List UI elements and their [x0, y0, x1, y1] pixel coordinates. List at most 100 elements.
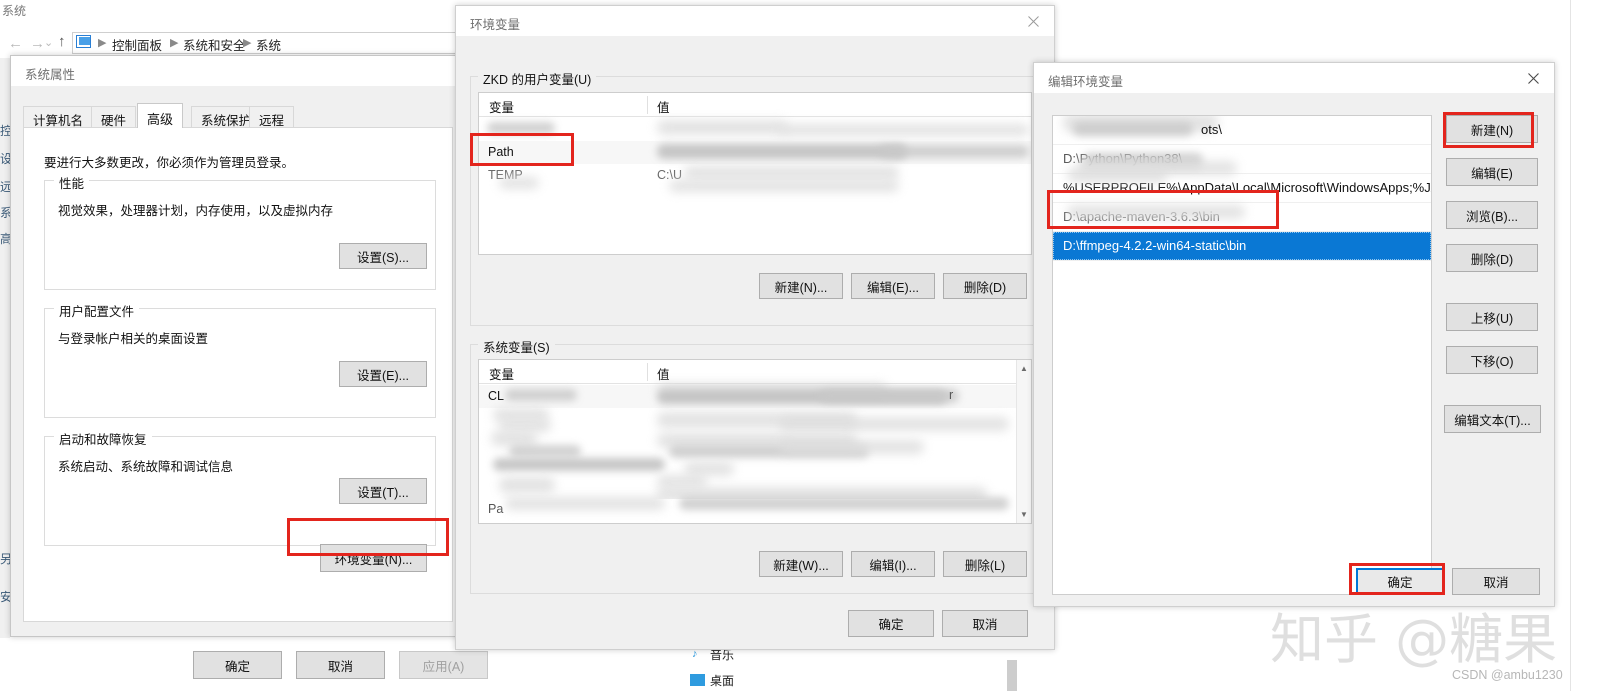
path-edit-text-button[interactable]: 编辑文本(T)...: [1444, 405, 1541, 433]
column-divider: [647, 96, 648, 114]
sysprops-cancel-button[interactable]: 取消: [296, 651, 385, 679]
user-profiles-description: 与登录帐户相关的桌面设置: [58, 332, 209, 346]
path-delete-button[interactable]: 删除(D): [1446, 244, 1538, 272]
table-row[interactable]: [479, 454, 1031, 477]
screen-root: 系统 ← → ⌄ ↑ ▶ 控制面板 ▶ 系统和安全 ▶ 系统 控 设 远 系 高…: [0, 0, 1616, 691]
system-properties-titlebar: 系统属性: [11, 56, 464, 86]
startup-recovery-group-label: 启动和故障恢复: [54, 429, 152, 448]
column-variable: 变量: [489, 101, 515, 115]
recent-locations-icon[interactable]: ⌄: [44, 36, 53, 49]
user-new-button[interactable]: 新建(N)...: [759, 273, 843, 299]
table-row[interactable]: Pa: [479, 497, 1031, 522]
sysprops-ok-button[interactable]: 确定: [193, 651, 282, 679]
table-row[interactable]: [479, 408, 1031, 432]
performance-group-label: 性能: [54, 173, 90, 192]
performance-group: [44, 180, 436, 290]
breadcrumb-separator: ▶: [98, 37, 107, 49]
list-item[interactable]: ots\: [1053, 116, 1431, 145]
path-browse-button[interactable]: 浏览(B)...: [1446, 201, 1538, 229]
desktop-icon: [690, 674, 705, 686]
breadcrumb-separator: ▶: [170, 37, 179, 49]
column-variable: 变量: [489, 368, 515, 382]
breadcrumb-item-2[interactable]: 系统: [256, 35, 281, 54]
sys-var-name-cl: CL: [488, 389, 504, 403]
up-icon[interactable]: ↑: [58, 33, 66, 50]
explorer-ribbon: 新建项目 ▼ 轻松访问 ▼ ✓ 属性 打开 ▼ 编辑 全部选择 全部取消: [1040, 0, 1616, 70]
system-properties-title: 系统属性: [25, 68, 76, 82]
startup-recovery-settings-button[interactable]: 设置(T)...: [339, 478, 427, 504]
back-icon[interactable]: ←: [8, 35, 23, 52]
system-edit-button[interactable]: 编辑(I)...: [851, 551, 935, 577]
edit-env-ok-button[interactable]: 确定: [1356, 568, 1444, 595]
table-row[interactable]: [479, 431, 1031, 458]
chevron-up-icon[interactable]: ▲: [1020, 364, 1028, 373]
column-value: 值: [657, 368, 670, 382]
path-move-up-button[interactable]: 上移(U): [1446, 303, 1538, 331]
close-icon[interactable]: [1514, 63, 1554, 92]
list-item[interactable]: %USERPROFILE%\AppData\Local\Microsoft\Wi…: [1053, 168, 1432, 203]
advanced-tab-page: 要进行大多数更改，你必须作为管理员登录。 性能 视觉效果，处理器计划，内存使用，…: [23, 127, 453, 622]
close-icon[interactable]: [1014, 6, 1054, 35]
startup-recovery-description: 系统启动、系统故障和调试信息: [58, 460, 234, 474]
sys-var-value-cl: r: [949, 388, 954, 402]
user-list-header: 变量 值: [479, 93, 1031, 117]
user-profiles-group-label: 用户配置文件: [54, 301, 140, 320]
path-new-button[interactable]: 新建(N): [1446, 115, 1538, 143]
system-variables-list[interactable]: 变量 值 CL r Pa ▲ ▼: [478, 359, 1032, 524]
user-variables-label: ZKD 的用户变量(U): [478, 69, 597, 88]
edit-env-cancel-button[interactable]: 取消: [1452, 568, 1540, 595]
user-edit-button[interactable]: 编辑(E)...: [851, 273, 935, 299]
path-edit-button[interactable]: 编辑(E): [1446, 158, 1538, 186]
path-entry-text: ots\: [1201, 122, 1222, 137]
system-properties-body: 计算机名 硬件 高级 系统保护 远程 要进行大多数更改，你必须作为管理员登录。 …: [11, 86, 488, 679]
admin-notice-text: 要进行大多数更改，你必须作为管理员登录。: [44, 156, 295, 170]
table-row[interactable]: CL r: [479, 383, 1031, 408]
list-item[interactable]: D:\apache-maven-3.6.3\bin: [1053, 203, 1431, 232]
column-divider: [647, 363, 648, 381]
system-variables-label: 系统变量(S): [478, 337, 555, 356]
system-delete-button[interactable]: 删除(L): [943, 551, 1027, 577]
tab-computer-name[interactable]: 计算机名: [23, 106, 94, 128]
path-move-down-button[interactable]: 下移(O): [1446, 346, 1538, 374]
system-properties-window: 系统属性 计算机名 硬件 高级 系统保护 远程 要进行大多数更改，你必须作为管理…: [10, 55, 488, 679]
performance-settings-button[interactable]: 设置(S)...: [339, 243, 427, 269]
list-item-selected[interactable]: D:\ffmpeg-4.2.2-win64-static\bin: [1053, 232, 1431, 261]
environment-variables-window: 环境变量 ZKD 的用户变量(U) 变量 值 Path TEMP C:\U 新建…: [455, 5, 1055, 650]
tab-hardware[interactable]: 硬件: [91, 106, 137, 128]
env-vars-cancel-button[interactable]: 取消: [942, 610, 1028, 637]
env-vars-title: 环境变量: [470, 18, 521, 32]
system-list-header: 变量 值: [479, 360, 1031, 384]
user-var-name-path: Path: [488, 145, 514, 159]
explorer-title: 系统: [2, 4, 27, 18]
performance-description: 视觉效果，处理器计划，内存使用，以及虚拟内存: [58, 204, 334, 218]
tab-remote[interactable]: 远程: [249, 106, 295, 128]
env-vars-ok-button[interactable]: 确定: [848, 610, 934, 637]
user-variables-list[interactable]: 变量 值 Path TEMP C:\U: [478, 92, 1032, 255]
table-row[interactable]: TEMP C:\U: [479, 164, 1031, 192]
table-row[interactable]: Path: [479, 141, 1031, 164]
environment-variables-button[interactable]: 环境变量(N)...: [320, 544, 427, 572]
breadcrumb-item-1[interactable]: 系统和安全: [183, 35, 246, 54]
edit-env-title: 编辑环境变量: [1048, 75, 1124, 89]
system-new-button[interactable]: 新建(W)...: [759, 551, 843, 577]
breadcrumb-separator: ▶: [243, 37, 252, 49]
forward-icon[interactable]: →: [30, 35, 45, 52]
edit-env-titlebar: 编辑环境变量: [1034, 63, 1554, 93]
chevron-down-icon[interactable]: ▼: [1020, 510, 1028, 519]
user-profiles-settings-button[interactable]: 设置(E)...: [339, 361, 427, 387]
path-entry-text: %USERPROFILE%\AppData\Local\Microsoft\Wi…: [1063, 180, 1432, 195]
table-row[interactable]: [479, 118, 1031, 141]
control-panel-icon: [76, 35, 91, 48]
system-properties-tabs: 计算机名 硬件 高级 系统保护 远程: [23, 103, 452, 128]
explorer-detail-pane: ○ — ↻: [1570, 0, 1616, 691]
breadcrumb-item-0[interactable]: 控制面板: [112, 35, 162, 54]
user-delete-button[interactable]: 删除(D): [943, 273, 1027, 299]
path-entry-text: D:\ffmpeg-4.2.2-win64-static\bin: [1063, 238, 1247, 253]
tab-advanced[interactable]: 高级: [137, 103, 184, 128]
edit-environment-variable-window: 编辑环境变量 ots\ D:\Python\Python38\ %USERPRO…: [1033, 62, 1555, 607]
tree-item-desktop[interactable]: 桌面: [710, 672, 734, 689]
env-vars-titlebar: 环境变量: [456, 6, 1054, 36]
explorer-scrollbar-thumb[interactable]: [1007, 660, 1017, 691]
system-list-scrollbar[interactable]: ▲ ▼: [1016, 360, 1031, 523]
path-entries-list[interactable]: ots\ D:\Python\Python38\ %USERPROFILE%\A…: [1052, 115, 1432, 595]
